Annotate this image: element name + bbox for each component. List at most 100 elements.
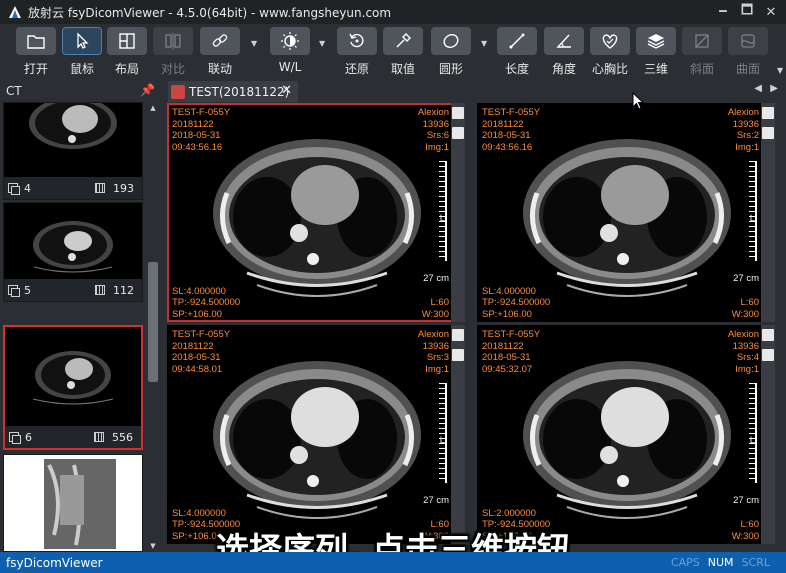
study-tab[interactable]: TEST(20181122) ✕ xyxy=(168,81,298,102)
status-app-name: fsyDicomViewer xyxy=(6,555,103,570)
length-label: 长度 xyxy=(504,62,529,76)
angle-button[interactable]: 角度 xyxy=(542,27,586,77)
scale-label: 27 cm xyxy=(733,273,759,284)
study-date: 2018-05-31 xyxy=(172,352,221,363)
minimize-button[interactable]: 🗕 xyxy=(712,0,734,24)
slice-position: SP:+106.00 xyxy=(172,308,222,320)
viewport-scrollbar[interactable] xyxy=(451,325,465,544)
scrollbar-thumb[interactable] xyxy=(762,349,774,361)
image-index: Img:1 xyxy=(735,363,759,375)
patient-id: TEST-F-055Y xyxy=(482,329,541,340)
tab-next-icon[interactable]: ▶ xyxy=(770,83,778,94)
window-width: W:300 xyxy=(731,308,759,320)
image-index: Img:1 xyxy=(735,141,759,153)
layout-grid-icon xyxy=(119,33,135,49)
mouse-pointer-icon xyxy=(632,92,645,110)
window-level-button[interactable]: W/L xyxy=(268,27,312,77)
pick-value-label: 取值 xyxy=(390,62,415,76)
scale-ruler xyxy=(439,161,447,261)
viewport[interactable]: TEST-F-055Y 20181122 2018-05-31 09:43:56.16… xyxy=(477,103,775,322)
title-bar: 放射云 fsyDicomViewer - 4.5.0(64bit) - www.… xyxy=(0,0,786,24)
series-item[interactable]: 4 193 xyxy=(3,102,143,200)
ct-chest-image xyxy=(213,139,421,297)
scrollbar-thumb[interactable] xyxy=(452,349,464,361)
manufacturer: Alexion xyxy=(417,329,449,340)
viewport-scrollbar[interactable] xyxy=(451,103,465,322)
link-dropdown-icon[interactable]: ▼ xyxy=(251,39,257,48)
oblique-button[interactable]: 斜面 xyxy=(680,27,724,77)
reset-icon xyxy=(349,33,364,48)
window-level: L:60 xyxy=(430,297,450,308)
link-button[interactable]: 联动 xyxy=(198,27,242,77)
open-button[interactable]: 打开 xyxy=(14,27,58,77)
scrollbar-up-button[interactable] xyxy=(452,329,464,341)
num-lock-indicator: NUM xyxy=(707,556,734,569)
3d-button[interactable]: 三维 xyxy=(634,27,678,77)
series-item[interactable]: 5 112 xyxy=(3,202,143,302)
cardiothoracic-ratio-button[interactable]: 心胸比 xyxy=(588,27,632,77)
series-stack-icon xyxy=(9,432,21,444)
curved-plane-icon xyxy=(741,34,755,48)
reset-button[interactable]: 还原 xyxy=(335,27,379,77)
study-date: 2018-05-31 xyxy=(482,130,531,141)
manufacturer: Alexion xyxy=(727,107,759,118)
layout-button[interactable]: 布局 xyxy=(105,27,149,77)
window-title: 放射云 fsyDicomViewer - 4.5.0(64bit) - www.… xyxy=(28,5,392,20)
ellipse-label: 圆形 xyxy=(438,62,463,76)
ellipse-dropdown-icon[interactable]: ▼ xyxy=(481,39,487,48)
image-count-icon xyxy=(94,432,104,442)
table-position: TP:-924.500000 xyxy=(172,297,241,308)
scrollbar-thumb[interactable] xyxy=(452,127,464,139)
toolbar-overflow-icon[interactable]: ▼ xyxy=(777,66,783,75)
viewport-active[interactable]: TEST-F-055Y 20181122 2018-05-31 09:43:56.16… xyxy=(167,103,465,322)
ct-chest-image xyxy=(523,361,731,519)
mouse-tool-label: 鼠标 xyxy=(69,62,94,76)
mouse-tool-button[interactable]: 鼠标 xyxy=(60,27,104,77)
series-index: Srs:4 xyxy=(736,352,759,363)
compare-icon xyxy=(165,33,181,49)
manufacturer: Alexion xyxy=(727,329,759,340)
viewport[interactable]: TEST-F-055Y 20181122 2018-05-31 09:44:58.01… xyxy=(167,325,465,544)
scrollbar-up-button[interactable] xyxy=(762,107,774,119)
series-item-selected[interactable]: 6 556 xyxy=(3,325,143,450)
ellipse-button[interactable]: 圆形 xyxy=(429,27,473,77)
close-tab-icon[interactable]: ✕ xyxy=(281,83,292,98)
compare-button[interactable]: 对比 xyxy=(151,27,195,77)
scale-ruler xyxy=(749,383,757,483)
slice-thickness: SL:4.000000 xyxy=(172,285,226,297)
patient-id: TEST-F-055Y xyxy=(172,107,231,118)
ruler-length-icon xyxy=(509,33,525,49)
cardiothoracic-ratio-label: 心胸比 xyxy=(591,62,628,76)
scrollbar-thumb[interactable] xyxy=(762,127,774,139)
scroll-up-icon[interactable]: ▲ xyxy=(148,104,158,112)
study-id: 20181122 xyxy=(482,118,524,130)
orientation-label: L xyxy=(439,435,445,446)
scrollbar-up-button[interactable] xyxy=(762,329,774,341)
curved-button[interactable]: 曲面 xyxy=(726,27,770,77)
window-width: W:300 xyxy=(421,308,449,320)
pick-value-button[interactable]: 取值 xyxy=(381,27,425,77)
scrollbar-thumb[interactable] xyxy=(148,262,158,382)
length-button[interactable]: 长度 xyxy=(495,27,539,77)
viewport[interactable]: TEST-F-055Y 20181122 2018-05-31 09:45:32.07… xyxy=(477,325,775,544)
folder-icon xyxy=(27,35,45,49)
scrollbar-up-button[interactable] xyxy=(452,107,464,119)
wl-dropdown-icon[interactable]: ▼ xyxy=(319,39,325,48)
series-panel-scrollbar[interactable]: ▲ ▼ xyxy=(146,102,160,552)
series-panel-header: CT 📌 xyxy=(0,80,165,102)
viewport-scrollbar[interactable] xyxy=(761,325,775,544)
reset-label: 还原 xyxy=(344,62,369,76)
window-level-icon xyxy=(281,32,299,50)
caps-lock-indicator: CAPS xyxy=(670,556,700,569)
study-id: 20181122 xyxy=(172,340,214,352)
viewport-scrollbar[interactable] xyxy=(761,103,775,322)
tab-prev-icon[interactable]: ◀ xyxy=(754,83,762,94)
study-number: 13936 xyxy=(732,340,759,352)
compare-label: 对比 xyxy=(160,62,185,76)
close-window-button[interactable]: ✕ xyxy=(760,0,782,24)
series-number: 5 xyxy=(24,283,31,297)
maximize-button[interactable]: 🗖 xyxy=(736,0,758,24)
acquisition-time: 09:45:32.07 xyxy=(482,363,533,375)
angle-icon xyxy=(556,34,571,48)
pin-icon[interactable]: 📌 xyxy=(140,83,155,97)
